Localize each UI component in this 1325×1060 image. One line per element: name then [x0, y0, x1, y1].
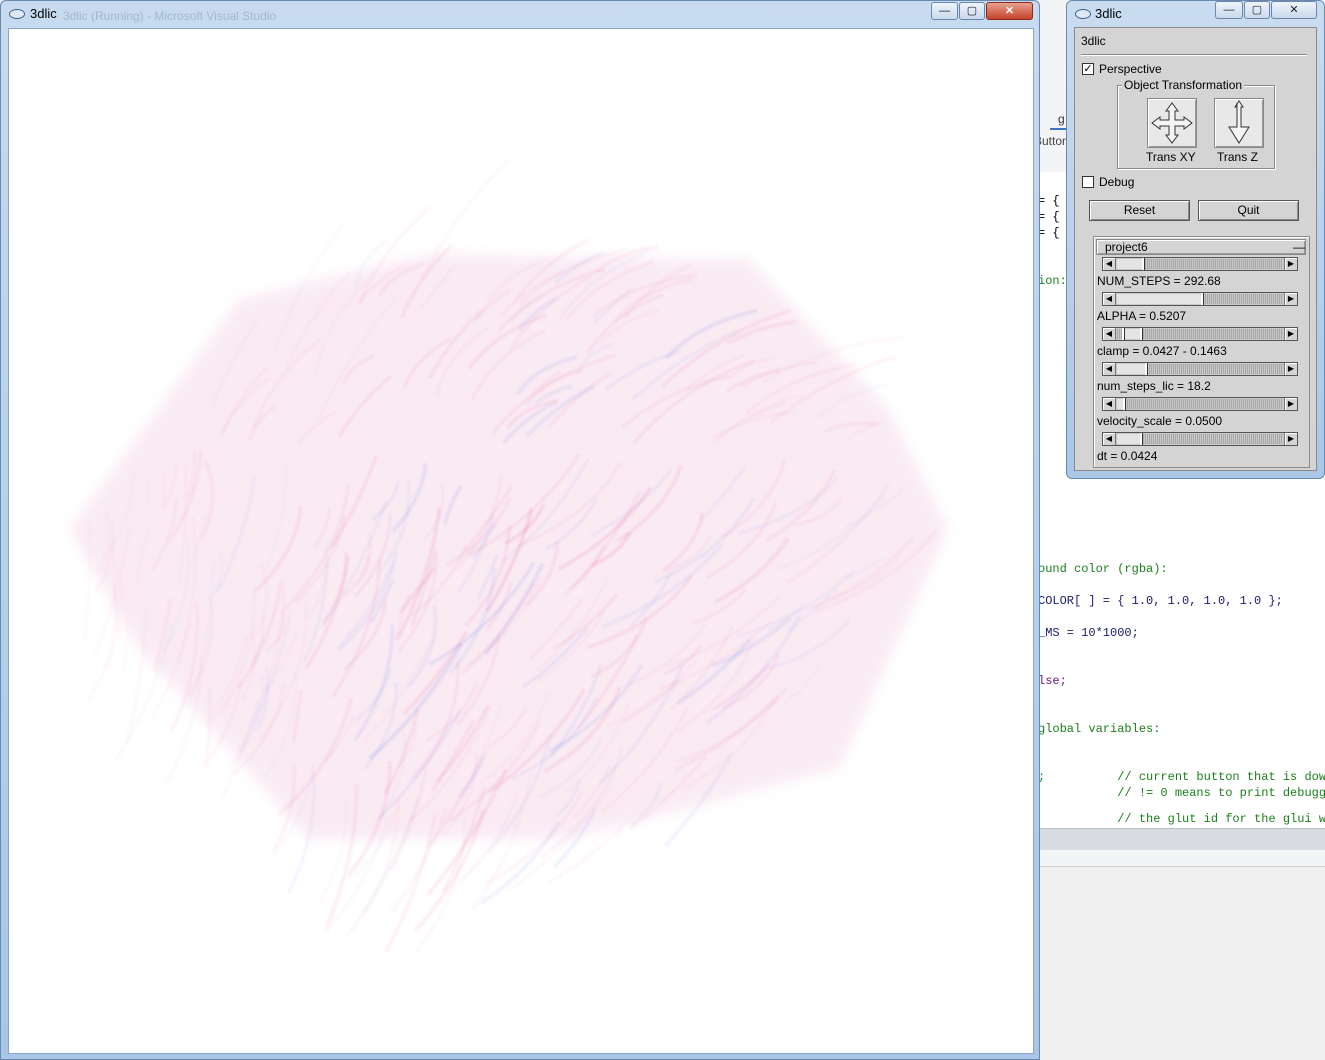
rollout-title: project6 — [1105, 240, 1148, 254]
slider-track[interactable] — [1117, 398, 1283, 410]
panel-title: 3dlic — [1081, 34, 1106, 48]
slider-fill — [1117, 434, 1142, 444]
slider[interactable]: ◀ ▶ — [1102, 397, 1298, 411]
slider-track[interactable] — [1117, 433, 1283, 445]
slider-left-arrow[interactable]: ◀ — [1103, 398, 1116, 410]
group-title: Object Transformation — [1122, 78, 1245, 92]
slider-right-arrow[interactable]: ▶ — [1284, 328, 1297, 340]
volume-haze — [69, 254, 949, 839]
code-line: = { — [1038, 210, 1060, 224]
code-line: ; // current button that is dow — [1038, 770, 1325, 784]
slider-thumb[interactable] — [1139, 433, 1143, 445]
close-button[interactable]: ✕ — [986, 2, 1033, 20]
slider[interactable]: ◀ ▶ — [1102, 292, 1298, 306]
main-window-title: 3dlic — [30, 6, 57, 21]
slider[interactable]: ◀ ▶ — [1102, 257, 1298, 271]
depth-arrow-icon — [1228, 100, 1250, 144]
rollout-header[interactable]: project6 — — [1096, 239, 1306, 255]
slider-right-arrow[interactable]: ▶ — [1284, 433, 1297, 445]
slider-left-arrow[interactable]: ◀ — [1103, 433, 1116, 445]
reset-button[interactable]: Reset — [1089, 200, 1190, 221]
debug-label: Debug — [1099, 175, 1135, 189]
main-titlebar[interactable]: 3dlic 3dlic (Running) - Microsoft Visual… — [1, 1, 1039, 27]
code-line: global variables: — [1038, 722, 1161, 736]
minimize-button[interactable]: — — [931, 2, 958, 20]
slider-left-arrow[interactable]: ◀ — [1103, 328, 1116, 340]
debug-checkbox[interactable] — [1082, 176, 1094, 188]
trans-z-button[interactable] — [1214, 98, 1264, 148]
code-line: _MS = 10*1000; — [1038, 626, 1139, 640]
glui-app-icon — [1075, 9, 1091, 19]
slider-track[interactable] — [1117, 293, 1283, 305]
separator — [1081, 54, 1307, 56]
slider-right-arrow[interactable]: ▶ — [1284, 258, 1297, 270]
lic-volume-visualization — [69, 158, 949, 954]
slider-fill — [1117, 294, 1204, 304]
slider-value-label: NUM_STEPS = 292.68 — [1097, 274, 1221, 288]
slider-right-arrow[interactable]: ▶ — [1284, 363, 1297, 375]
ghost-title-text: 3dlic (Running) - Microsoft Visual Studi… — [63, 9, 277, 23]
main-window: 3dlic 3dlic (Running) - Microsoft Visual… — [0, 0, 1040, 1060]
quit-button[interactable]: Quit — [1198, 200, 1299, 221]
slider-track[interactable] — [1117, 363, 1283, 375]
glui-close-button[interactable]: ✕ — [1271, 1, 1317, 19]
slider[interactable]: ◀ ▶ — [1102, 362, 1298, 376]
slider-thumb[interactable] — [1141, 258, 1145, 270]
trans-xy-label: Trans XY — [1146, 150, 1196, 164]
code-line: = { — [1038, 194, 1060, 208]
slider-thumb[interactable] — [1144, 363, 1148, 375]
slider-thumb[interactable] — [1123, 398, 1127, 410]
glui-panel: 3dlic ✓ Perspective Object Transformatio… — [1074, 27, 1317, 471]
glui-maximize-button[interactable]: ▢ — [1244, 1, 1270, 19]
glui-window-title: 3dlic — [1095, 6, 1122, 21]
slider-fill — [1117, 364, 1147, 374]
slider-fill — [1117, 259, 1144, 269]
slider-value-label: dt = 0.0424 — [1097, 449, 1158, 463]
code-line: = { — [1038, 226, 1060, 240]
move-arrows-icon — [1151, 102, 1193, 144]
perspective-label: Perspective — [1099, 62, 1162, 76]
slider-left-arrow[interactable]: ◀ — [1103, 363, 1116, 375]
glui-minimize-button[interactable]: — — [1215, 1, 1243, 19]
slider[interactable]: ◀ ▶ — [1102, 432, 1298, 446]
slider-right-arrow[interactable]: ▶ — [1284, 293, 1297, 305]
slider-track[interactable] — [1117, 258, 1283, 270]
code-line: ound color (rgba): — [1038, 562, 1168, 576]
render-canvas[interactable] — [8, 28, 1034, 1054]
glui-window: 3dlic — ▢ ✕ 3dlic ✓ Perspective Object T… — [1066, 0, 1325, 479]
collapse-icon[interactable]: — — [1293, 240, 1305, 254]
code-line: ion: — [1038, 274, 1067, 288]
app-icon — [9, 9, 25, 19]
code-line: lse; — [1038, 674, 1067, 688]
vs-horizontal-scrollbar[interactable] — [1038, 828, 1325, 850]
slider[interactable]: ◀ ▶ — [1102, 327, 1298, 341]
vs-output-pane — [1038, 866, 1325, 1060]
slider-thumb-low[interactable] — [1121, 328, 1125, 340]
slider-value-label: clamp = 0.0427 - 0.1463 — [1097, 344, 1227, 358]
slider-left-arrow[interactable]: ◀ — [1103, 258, 1116, 270]
project6-rollout: project6 — ◀ ▶ NUM_STEPS = 292.68 ◀ ▶ ALPHA =… — [1093, 236, 1310, 468]
object-transformation-group: Object Transformation Trans XY Trans Z — [1117, 78, 1275, 169]
code-line: // != 0 means to print debugg — [1038, 786, 1325, 800]
slider-thumb-high[interactable] — [1139, 328, 1143, 340]
code-line: COLOR[ ] = { 1.0, 1.0, 1.0, 1.0 }; — [1038, 594, 1283, 608]
slider-value-label: ALPHA = 0.5207 — [1097, 309, 1187, 323]
trans-z-label: Trans Z — [1217, 150, 1258, 164]
trans-xy-button[interactable] — [1147, 98, 1197, 148]
code-line: // the glut id for the glui w — [1038, 812, 1325, 826]
slider-right-arrow[interactable]: ▶ — [1284, 398, 1297, 410]
slider-thumb[interactable] — [1201, 293, 1205, 305]
slider-value-label: velocity_scale = 0.0500 — [1097, 414, 1223, 428]
slider-value-label: num_steps_lic = 18.2 — [1097, 379, 1211, 393]
maximize-button[interactable]: ▢ — [959, 2, 985, 20]
slider-track[interactable] — [1117, 328, 1283, 340]
perspective-checkbox[interactable]: ✓ — [1082, 63, 1094, 75]
slider-left-arrow[interactable]: ◀ — [1103, 293, 1116, 305]
